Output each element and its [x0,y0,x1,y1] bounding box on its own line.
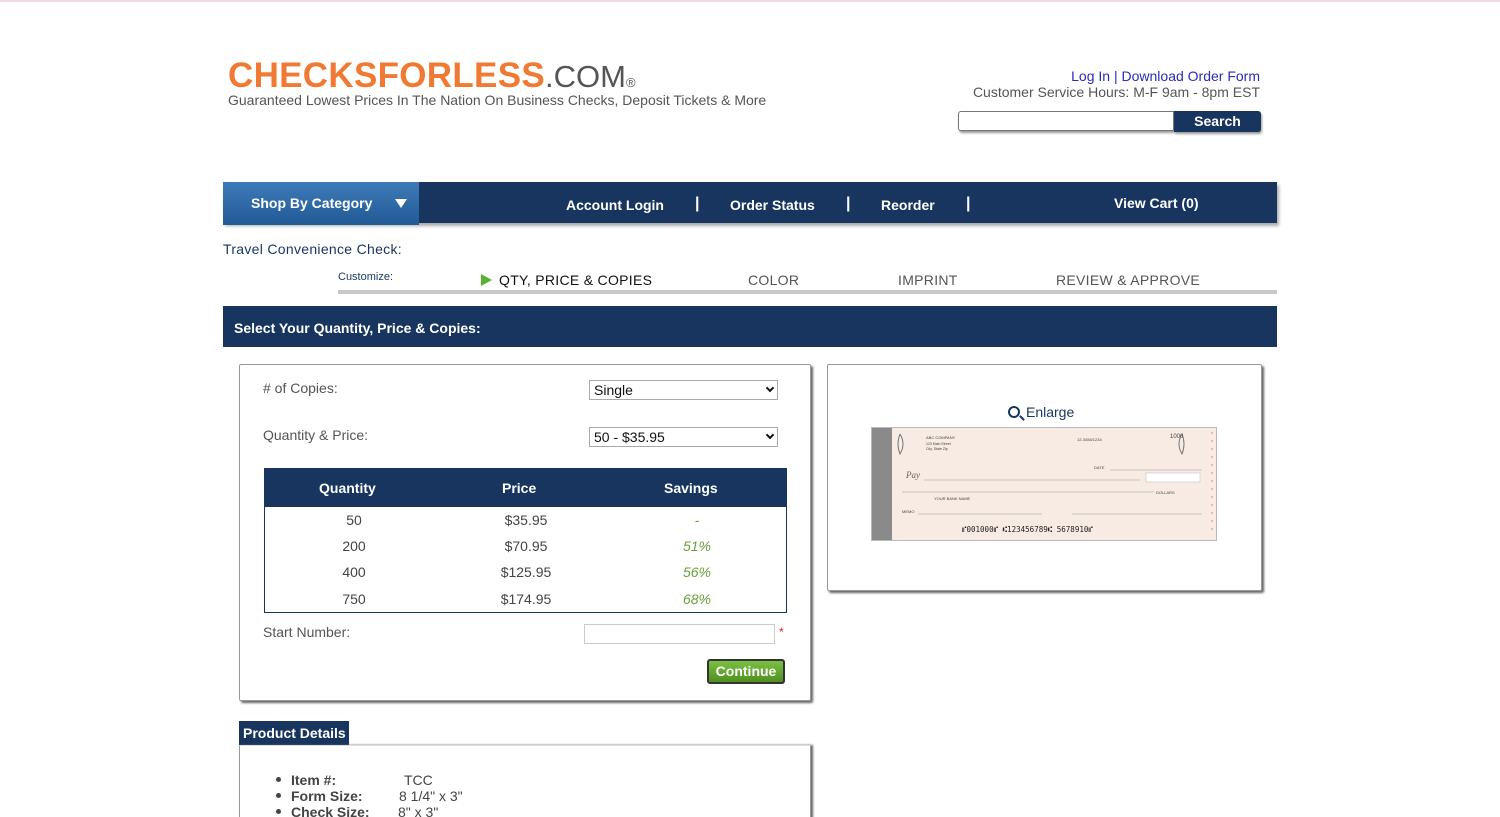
cell-price: $174.95 [500,591,552,607]
product-title: Travel Convenience Check: [223,241,402,257]
detail-label: Item #: [291,772,337,788]
cell-quantity: 400 [342,564,366,580]
check-pay-label: Pay [905,470,920,480]
nav-separator: | [846,195,851,212]
quantity-price-selected-value: 50 - $35.95 [594,429,665,445]
table-row: 50 $35.95 - [265,512,786,538]
check-bank-name: YOUR BANK NAME [934,496,971,501]
caret-down-icon [395,199,407,208]
cell-price: $125.95 [500,564,552,580]
quantity-price-select[interactable]: 50 - $35.95 [589,427,778,447]
search-input[interactable] [958,111,1174,131]
table-row: 200 $70.95 51% [265,538,786,564]
step-color[interactable]: COLOR [748,272,799,288]
login-link[interactable]: Log In [1071,68,1110,84]
section-header: Select Your Quantity, Price & Copies: [223,306,1277,347]
column-header-savings: Savings [664,480,718,496]
download-order-form-link[interactable]: Download Order Form [1122,68,1261,84]
cell-savings: 56% [682,564,712,580]
check-company: ABC COMPANY [926,435,956,440]
active-step-arrow-icon [481,274,492,286]
enlarge-link[interactable]: Enlarge [1008,404,1074,420]
enlarge-label: Enlarge [1026,404,1075,420]
product-details-tab[interactable]: Product Details [239,721,349,745]
detail-label: Form Size: [291,788,363,804]
top-border [0,0,1500,2]
detail-form-size: Form Size: 8 1/4" x 3" [276,788,463,804]
check-stub [872,428,892,540]
continue-button[interactable]: Continue [707,659,785,684]
cell-quantity: 750 [342,591,366,607]
amount-box [1145,472,1201,483]
logo-registered: ® [625,75,636,90]
detail-label: Check Size: [291,804,370,817]
table-row: 400 $125.95 56% [265,564,786,590]
step-imprint[interactable]: IMPRINT [898,272,958,288]
check-date-label: DATE [1094,465,1105,470]
check-illustration: ABC COMPANY 123 Main Street City, State … [872,428,1216,540]
check-preview-image[interactable]: ABC COMPANY 123 Main Street City, State … [871,427,1217,541]
detail-value: TCC [404,772,433,788]
start-number-label: Start Number: [263,624,351,640]
check-address-2: City, State Zip [926,447,948,451]
check-number: 1000 [1170,434,1184,440]
customize-label: Customize: [338,271,394,283]
required-indicator: * [779,625,784,639]
search-button[interactable]: Search [1174,111,1261,132]
cell-quantity: 50 [346,512,362,528]
step-review-approve[interactable]: REVIEW & APPROVE [1056,272,1200,288]
detail-item-number: Item #: TCC [276,772,433,788]
check-micr-line: ⑈001000⑈ ⑆123456789⑆ 5678910⑈ [962,525,1093,534]
cell-savings: 68% [682,591,712,607]
link-separator: | [1110,68,1122,84]
logo-suffix: .COM [545,59,626,94]
check-dollars-label: DOLLARS [1156,490,1175,495]
site-logo[interactable]: CHECKSFORLESS.COM® [228,56,636,96]
nav-view-cart[interactable]: View Cart (0) [1114,195,1199,211]
nav-separator: | [966,195,971,212]
start-number-input[interactable] [584,624,775,644]
nav-reorder[interactable]: Reorder [881,197,935,213]
check-memo-label: MEMO [902,509,914,514]
nav-order-status[interactable]: Order Status [730,197,815,213]
copies-label: # of Copies: [263,380,338,396]
cell-price: $70.95 [504,538,548,554]
steps-progress-line [338,290,1277,294]
site-tagline: Guaranteed Lowest Prices In The Nation O… [228,92,767,108]
chevron-down-icon [765,430,775,440]
table-row: 750 $174.95 68% [265,591,786,617]
shop-by-category-label: Shop By Category [251,195,373,211]
step-qty-price-copies[interactable]: QTY, PRICE & COPIES [499,272,652,288]
copies-select[interactable]: Single [589,380,778,400]
check-fraction: 12-3456/1234 [1077,437,1102,442]
cell-price: $35.95 [504,512,548,528]
section-title: Select Your Quantity, Price & Copies: [234,320,481,336]
detail-check-size: Check Size: 8" x 3" [276,804,438,817]
detail-value: 8 1/4" x 3" [399,788,463,804]
cell-quantity: 200 [342,538,366,554]
nav-separator: | [695,195,700,212]
service-hours: Customer Service Hours: M-F 9am - 8pm ES… [972,84,1260,100]
price-table-header: Quantity Price Savings [265,469,786,507]
chevron-down-icon [765,383,775,393]
bullet [276,809,281,814]
detail-value: 8" x 3" [398,804,439,817]
cell-savings: - [694,512,700,528]
bullet [276,777,281,782]
logo-brand: CHECKSFORLESS [228,56,545,95]
column-header-quantity: Quantity [319,480,376,496]
column-header-price: Price [502,480,537,496]
cell-savings: 51% [682,538,712,554]
bullet [276,793,281,798]
check-address-1: 123 Main Street [926,442,951,446]
quantity-price-label: Quantity & Price: [263,427,369,443]
zoom-in-icon [1008,406,1020,418]
copies-selected-value: Single [594,382,633,398]
account-links: Log In | Download Order Form [1071,68,1260,84]
price-table: Quantity Price Savings 50 $35.95 - 200 $… [264,468,787,613]
nav-account-login[interactable]: Account Login [566,197,664,213]
shop-by-category-button[interactable]: Shop By Category [223,182,419,225]
